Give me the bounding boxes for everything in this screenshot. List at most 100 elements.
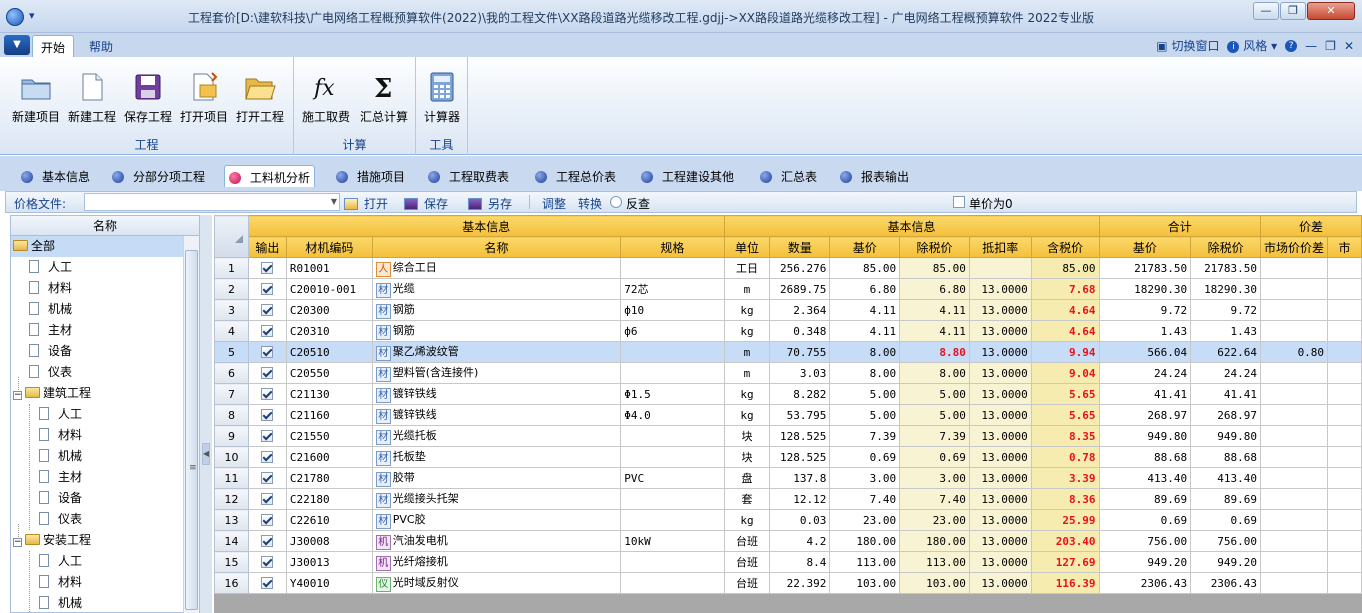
- price-incl-tax-cell[interactable]: 4.64: [1030, 320, 1100, 342]
- total-base-price-cell[interactable]: 949.80: [1098, 425, 1192, 447]
- price-incl-tax-cell[interactable]: 3.39: [1030, 467, 1100, 489]
- output-checkbox-cell[interactable]: [247, 404, 287, 426]
- grid-corner[interactable]: [214, 215, 249, 258]
- deduction-rate-cell[interactable]: 13.0000: [968, 488, 1032, 510]
- quantity-cell[interactable]: 8.4: [769, 551, 831, 573]
- price-excl-tax-cell[interactable]: 5.00: [899, 383, 970, 405]
- base-price-cell[interactable]: 6.80: [829, 278, 901, 300]
- column-header-deduction-rate[interactable]: 抵扣率: [968, 236, 1032, 258]
- output-checkbox[interactable]: [261, 471, 274, 484]
- quantity-cell[interactable]: 128.525: [769, 425, 831, 447]
- price-excl-tax-cell[interactable]: 4.11: [899, 320, 970, 342]
- base-price-cell[interactable]: 8.00: [829, 362, 901, 384]
- quantity-cell[interactable]: 53.795: [769, 404, 831, 426]
- name-cell[interactable]: 机光纤熔接机: [371, 551, 622, 573]
- output-checkbox[interactable]: [261, 492, 274, 505]
- output-checkbox[interactable]: [261, 303, 274, 316]
- name-cell[interactable]: 仪光时域反射仪: [371, 572, 622, 594]
- column-header-market[interactable]: 市: [1327, 236, 1362, 258]
- output-checkbox-cell[interactable]: [247, 320, 287, 342]
- column-header-quantity[interactable]: 数量: [769, 236, 831, 258]
- tab-other-construction[interactable]: 工程建设其他: [637, 165, 738, 187]
- table-row[interactable]: 7 C21130 材镀锌铁线 Φ1.5 kg 8.282 5.00 5.00 13.0000 5.…: [214, 383, 1362, 405]
- price-incl-tax-cell[interactable]: 0.78: [1030, 446, 1100, 468]
- reverse-lookup-radio[interactable]: [610, 196, 622, 208]
- row-number[interactable]: 5: [214, 341, 249, 363]
- column-header-unit[interactable]: 单位: [723, 236, 771, 258]
- price-excl-tax-cell[interactable]: 3.00: [899, 467, 970, 489]
- spec-cell[interactable]: ф10: [620, 299, 725, 321]
- material-code-cell[interactable]: J30008: [285, 530, 373, 552]
- output-checkbox[interactable]: [261, 282, 274, 295]
- total-price-excl-tax-cell[interactable]: 89.69: [1190, 488, 1262, 510]
- total-price-excl-tax-cell[interactable]: 949.80: [1190, 425, 1262, 447]
- tree-node-installation-labor[interactable]: 人工: [39, 551, 82, 572]
- table-row[interactable]: 2 C20010-001 材光缆 72芯 m 2689.75 6.80 6.80 13.0000…: [214, 278, 1362, 300]
- market-price-diff-cell[interactable]: [1260, 404, 1329, 426]
- row-number[interactable]: 16: [214, 572, 249, 594]
- market-cell[interactable]: [1327, 362, 1362, 384]
- name-cell[interactable]: 材托板垫: [371, 446, 622, 468]
- spec-cell[interactable]: [620, 509, 725, 531]
- quantity-cell[interactable]: 2.364: [769, 299, 831, 321]
- spec-cell[interactable]: PVC: [620, 467, 725, 489]
- total-price-excl-tax-cell[interactable]: 622.64: [1190, 341, 1262, 363]
- summary-calc-button[interactable]: Σ 汇总计算: [356, 71, 412, 131]
- material-code-cell[interactable]: C21160: [285, 404, 373, 426]
- price-excl-tax-cell[interactable]: 5.00: [899, 404, 970, 426]
- mdi-restore-icon[interactable]: ❐: [1325, 39, 1336, 53]
- output-checkbox[interactable]: [261, 408, 274, 421]
- row-number[interactable]: 7: [214, 383, 249, 405]
- spec-cell[interactable]: Φ4.0: [620, 404, 725, 426]
- row-number[interactable]: 4: [214, 320, 249, 342]
- market-cell[interactable]: [1327, 320, 1362, 342]
- price-excl-tax-cell[interactable]: 4.11: [899, 299, 970, 321]
- unit-cell[interactable]: kg: [723, 299, 771, 321]
- column-header-output[interactable]: 输出: [247, 236, 287, 258]
- mdi-close-icon[interactable]: ✕: [1344, 39, 1354, 53]
- deduction-rate-cell[interactable]: 13.0000: [968, 362, 1032, 384]
- material-code-cell[interactable]: C20010-001: [285, 278, 373, 300]
- market-price-diff-cell[interactable]: [1260, 278, 1329, 300]
- column-header-spec[interactable]: 规格: [620, 236, 725, 258]
- market-cell[interactable]: [1327, 425, 1362, 447]
- row-number[interactable]: 10: [214, 446, 249, 468]
- save-as-button[interactable]: 另存: [468, 195, 512, 212]
- market-price-diff-cell[interactable]: [1260, 488, 1329, 510]
- unit-cell[interactable]: 工日: [723, 257, 771, 279]
- total-price-excl-tax-cell[interactable]: 413.40: [1190, 467, 1262, 489]
- collapse-icon[interactable]: −: [13, 538, 22, 547]
- column-header-name[interactable]: 名称: [371, 236, 622, 258]
- price-excl-tax-cell[interactable]: 6.80: [899, 278, 970, 300]
- name-cell[interactable]: 材镀锌铁线: [371, 404, 622, 426]
- price-incl-tax-cell[interactable]: 85.00: [1030, 257, 1100, 279]
- material-code-cell[interactable]: Y40010: [285, 572, 373, 594]
- material-code-cell[interactable]: C20550: [285, 362, 373, 384]
- deduction-rate-cell[interactable]: 13.0000: [968, 425, 1032, 447]
- name-cell[interactable]: 材钢筋: [371, 299, 622, 321]
- market-price-diff-cell[interactable]: [1260, 257, 1329, 279]
- market-cell[interactable]: [1327, 551, 1362, 573]
- total-base-price-cell[interactable]: 18290.30: [1098, 278, 1192, 300]
- market-cell[interactable]: [1327, 446, 1362, 468]
- base-price-cell[interactable]: 5.00: [829, 404, 901, 426]
- table-row[interactable]: 13 C22610 材 PVC胶 kg 0.03 23.00 23.00 13.0000 25.9…: [214, 509, 1362, 531]
- output-checkbox[interactable]: [261, 324, 274, 337]
- output-checkbox[interactable]: [261, 513, 274, 526]
- output-checkbox-cell[interactable]: [247, 467, 287, 489]
- output-checkbox[interactable]: [261, 345, 274, 358]
- total-price-excl-tax-cell[interactable]: 1.43: [1190, 320, 1262, 342]
- total-price-excl-tax-cell[interactable]: 41.41: [1190, 383, 1262, 405]
- tab-help[interactable]: 帮助: [81, 35, 121, 57]
- quantity-cell[interactable]: 4.2: [769, 530, 831, 552]
- spec-cell[interactable]: [620, 488, 725, 510]
- quick-access-dropdown[interactable]: ▾: [29, 9, 35, 22]
- base-price-cell[interactable]: 3.00: [829, 467, 901, 489]
- row-number[interactable]: 12: [214, 488, 249, 510]
- output-checkbox-cell[interactable]: [247, 425, 287, 447]
- tab-summary[interactable]: 汇总表: [756, 165, 821, 187]
- material-code-cell[interactable]: J30013: [285, 551, 373, 573]
- market-cell[interactable]: [1327, 341, 1362, 363]
- deduction-rate-cell[interactable]: 13.0000: [968, 509, 1032, 531]
- quantity-cell[interactable]: 137.8: [769, 467, 831, 489]
